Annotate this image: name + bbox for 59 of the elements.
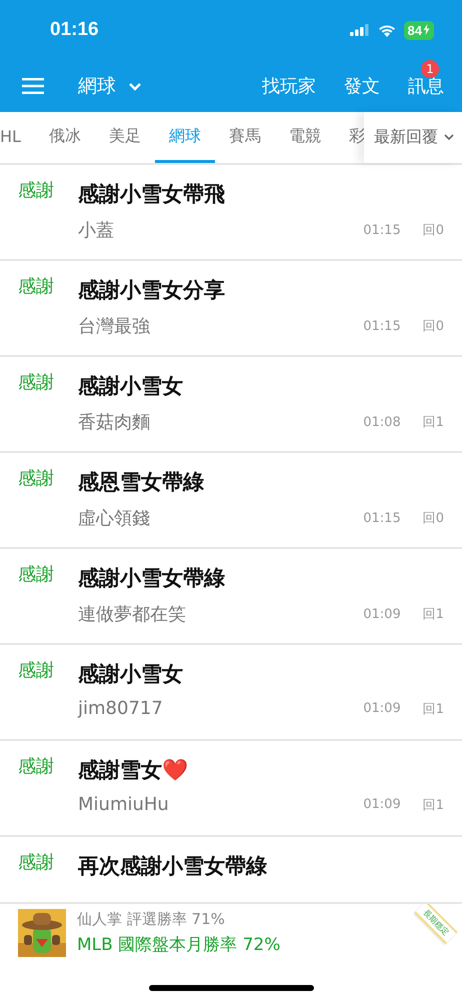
chevron-down-icon — [444, 134, 454, 141]
tipster-highlight[interactable]: MLB 國際盤本月勝率 72% — [77, 933, 280, 956]
post-tag: 感謝 — [18, 371, 78, 451]
notification-badge: 1 — [421, 60, 439, 78]
menu-icon[interactable] — [22, 78, 44, 94]
post-title[interactable]: 感謝小雪女分享 — [78, 275, 444, 305]
reply-count: 回1 — [422, 700, 444, 718]
post-title[interactable]: 感謝小雪女 — [78, 659, 444, 689]
post-tag: 感謝 — [18, 659, 78, 739]
reply-count: 回0 — [422, 510, 444, 527]
post-time: 01:09 — [363, 701, 401, 716]
post-title[interactable]: 感謝小雪女帶綠 — [78, 563, 444, 593]
category-tab[interactable]: HL — [0, 112, 35, 163]
post-time: 01:09 — [363, 797, 401, 812]
post-author: 香菇肉麵 — [78, 411, 151, 434]
post-author: jim80717 — [78, 698, 164, 719]
reply-count: 回0 — [422, 222, 444, 239]
post-time: 01:08 — [363, 414, 401, 430]
post-time: 01:09 — [363, 606, 401, 622]
post-title[interactable]: 感謝小雪女帶飛 — [78, 179, 444, 209]
signal-icon — [350, 24, 370, 36]
reply-count: 回1 — [422, 796, 444, 814]
post-author: 虛心領錢 — [78, 507, 151, 530]
board-selector[interactable]: 網球 — [78, 73, 142, 99]
post-author: MiumiuHu — [78, 794, 170, 815]
post-tag: 感謝 — [18, 755, 78, 835]
tipster-stats: 仙人掌 評選勝率 71% — [77, 910, 226, 929]
charging-icon — [423, 24, 430, 34]
category-tab[interactable]: 俄冰 — [34, 112, 95, 163]
post-tag: 感謝 — [18, 563, 78, 643]
post-tag: 感謝 — [18, 851, 78, 902]
post-title[interactable]: 感謝雪女❤ — [78, 755, 444, 785]
post-tag: 感謝 — [18, 179, 78, 259]
post-title[interactable]: 再次感謝小雪女帶綠 — [78, 851, 444, 881]
post-author: 連做夢都在笑 — [78, 603, 187, 626]
post-tag: 感謝 — [18, 275, 78, 355]
post-title[interactable]: 感恩雪女帶綠 — [78, 467, 444, 497]
post-time: 01:15 — [363, 510, 401, 526]
status-time: 01:16 — [50, 19, 99, 41]
battery-level: 84 — [404, 20, 434, 40]
chevron-down-icon — [128, 82, 142, 90]
reply-count: 回1 — [422, 414, 444, 431]
corner-ribbon: 長期穩定 — [414, 904, 458, 944]
post-tag: 感謝 — [18, 467, 78, 547]
sort-dropdown[interactable]: 最新回覆 — [364, 112, 462, 163]
post-time: 01:15 — [363, 222, 401, 238]
post-author: 台灣最強 — [78, 315, 151, 338]
post-title[interactable]: 感謝小雪女 — [78, 371, 444, 401]
category-tab[interactable]: 網球 — [154, 112, 215, 163]
nav-action[interactable]: 找玩家 — [262, 74, 316, 98]
category-tab[interactable]: 賽馬 — [214, 112, 275, 163]
category-tab[interactable]: 美足 — [94, 112, 155, 163]
reply-count: 回0 — [422, 318, 444, 335]
reply-count: 回1 — [422, 606, 444, 623]
post-time: 01:15 — [363, 318, 401, 334]
post-author: 小蓋 — [78, 219, 115, 242]
nav-action[interactable]: 發文 — [344, 74, 380, 98]
category-tab[interactable]: 電競 — [274, 112, 335, 163]
wifi-icon — [378, 24, 396, 36]
